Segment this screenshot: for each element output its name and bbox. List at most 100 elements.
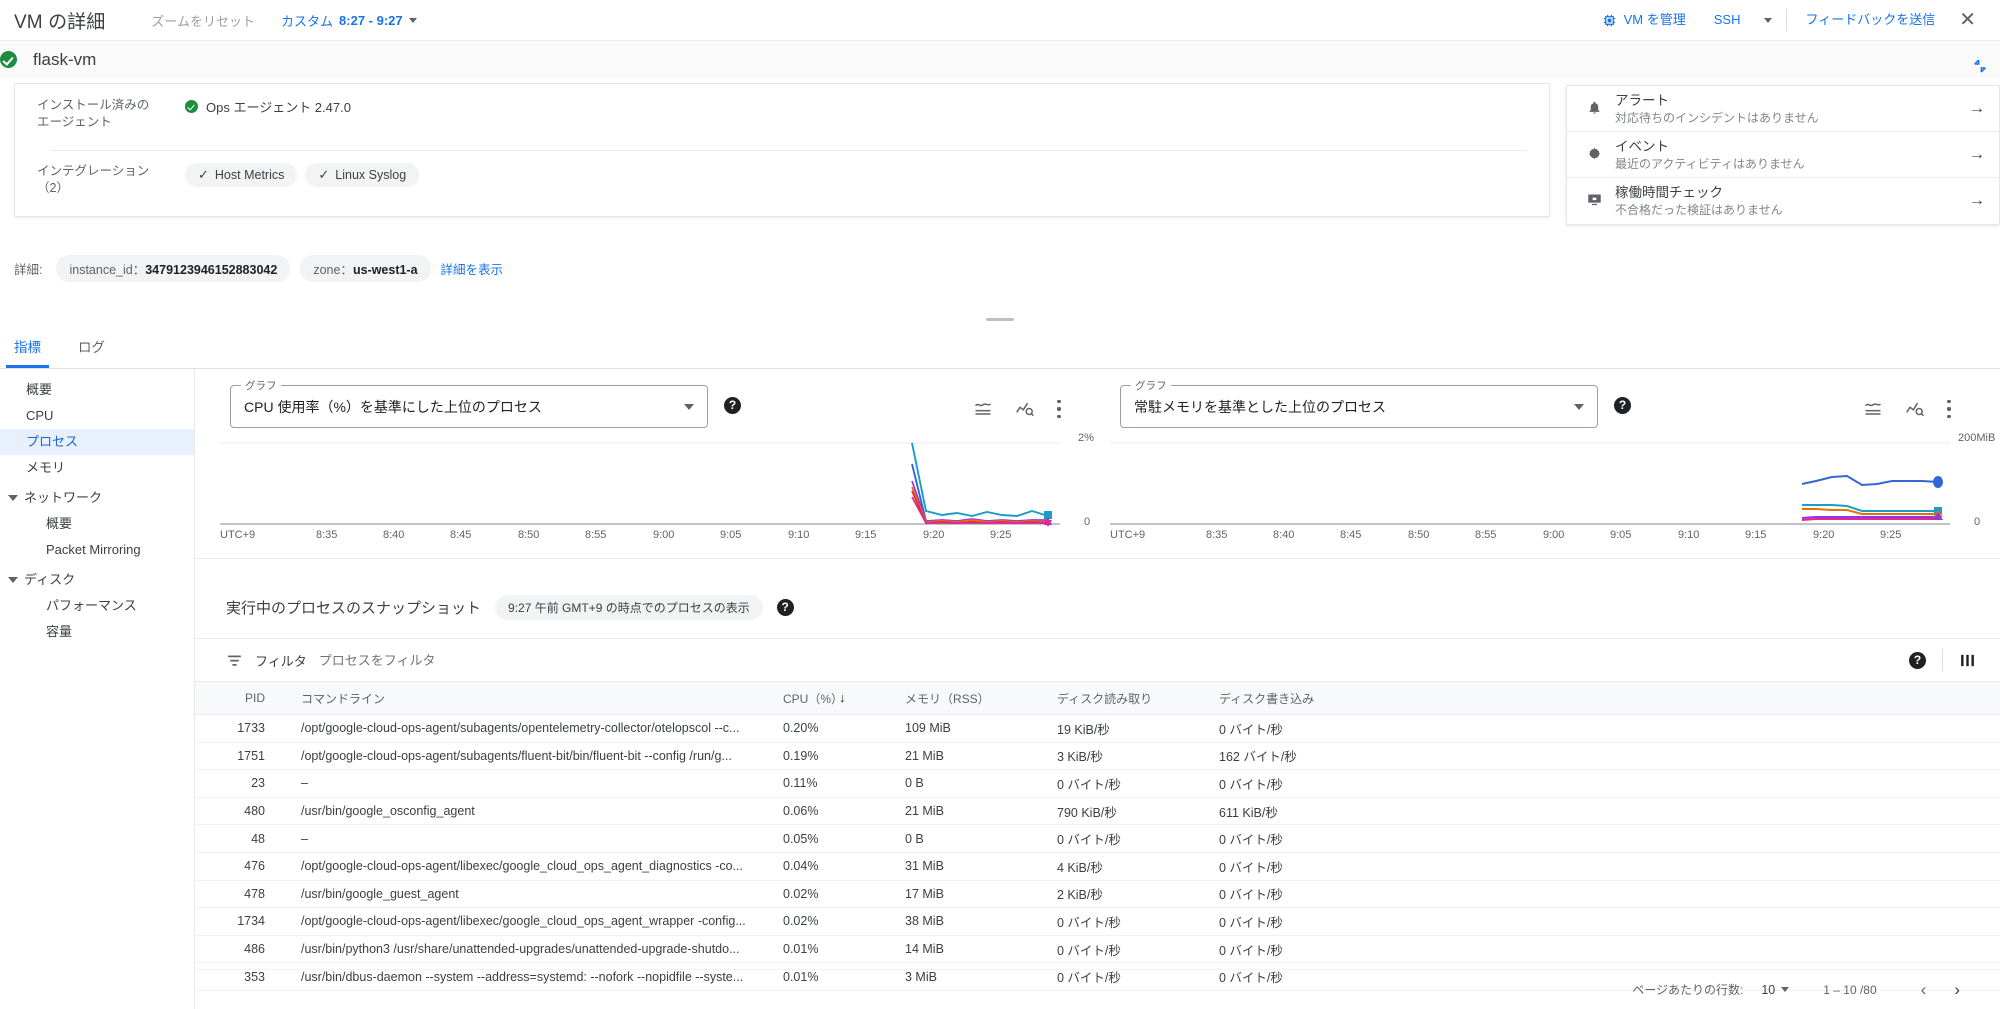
side-panel-item-alerts[interactable]: アラート 対応待ちのインシデントはありません → (1567, 86, 1999, 132)
send-feedback-label: フィードバックを送信 (1805, 12, 1936, 27)
chart-select-value: CPU 使用率（%）を基準にした上位のプロセス (244, 398, 542, 415)
side-panel-item-events[interactable]: イベント 最近のアクティビティはありません → (1567, 132, 1999, 178)
table-row[interactable]: 1733/opt/google-cloud-ops-agent/subagent… (195, 714, 2000, 743)
x-tick: 9:15 (855, 529, 877, 541)
collapse-panel-icon[interactable] (1972, 58, 1988, 78)
ssh-chevron-down-icon[interactable] (1764, 17, 1773, 23)
cell-memory: 31 MiB (893, 852, 1045, 881)
help-icon[interactable]: ? (724, 397, 741, 414)
help-icon[interactable]: ? (776, 599, 794, 616)
table-row[interactable]: 486/usr/bin/python3 /usr/share/unattende… (195, 935, 2000, 964)
panel-resize-handle[interactable] (986, 318, 1014, 321)
side-panel-subtitle: 不合格だった検証はありません (1615, 203, 1783, 217)
check-icon: ✓ (198, 167, 209, 182)
ssh-button[interactable]: SSH (1700, 2, 1755, 38)
previous-page-button[interactable]: ‹ (1907, 980, 1941, 1000)
table-row[interactable]: 1734/opt/google-cloud-ops-agent/libexec/… (195, 907, 2000, 936)
sidebar-item-disk-performance[interactable]: パフォーマンス (0, 593, 194, 619)
cell-memory: 0 B (893, 769, 1045, 798)
agent-ok-icon (185, 100, 198, 113)
manage-vm-button[interactable]: VM を管理 (1588, 2, 1700, 38)
legend-icon[interactable] (1863, 399, 1883, 419)
more-vert-icon[interactable] (1947, 400, 1951, 418)
x-tick: 8:35 (316, 529, 338, 541)
rows-per-page-select[interactable]: 10 (1761, 983, 1790, 997)
tab-logs[interactable]: ログ (70, 328, 113, 368)
col-header-pid[interactable]: PID (195, 682, 279, 715)
filter-input[interactable] (318, 652, 719, 668)
chevron-down-icon[interactable] (1574, 404, 1584, 410)
sidebar-group-disk[interactable]: ディスク (0, 567, 194, 593)
table-row[interactable]: 480/usr/bin/google_osconfig_agent 0.06% 21… (195, 797, 2000, 826)
tab-metrics[interactable]: 指標 (6, 328, 49, 368)
inspect-icon[interactable] (1015, 399, 1035, 419)
send-feedback-button[interactable]: フィードバックを送信 (1791, 2, 1949, 38)
time-range-picker[interactable]: カスタム 8:27 - 9:27 (281, 11, 417, 30)
next-page-button[interactable]: › (1940, 980, 1974, 1000)
cell-disk-read: 4 KiB/秒 (1045, 852, 1207, 881)
cell-disk-write: 611 KiB/秒 (1207, 797, 1419, 826)
arrow-right-icon[interactable]: → (1969, 100, 1985, 118)
instance-id-value: 3479123946152883042 (145, 263, 278, 277)
chart-x-axis-memory: UTC+9 8:35 8:40 8:45 8:50 8:55 9:00 9:05… (1110, 529, 1990, 547)
legend-icon[interactable] (973, 399, 993, 419)
sort-desc-icon: ↓ (839, 690, 846, 705)
table-row[interactable]: 1751/opt/google-cloud-ops-agent/subagent… (195, 742, 2000, 771)
cell-cpu: 0.02% (771, 880, 893, 909)
columns-icon[interactable] (1959, 652, 1976, 669)
more-vert-icon[interactable] (1057, 400, 1061, 418)
col-header-commandline[interactable]: コマンドライン (279, 682, 771, 715)
chart-select-memory[interactable]: 常駐メモリを基準とした上位のプロセス (1120, 385, 1598, 428)
filter-icon[interactable] (226, 652, 243, 669)
top-bar: VM の詳細 ズームをリセット カスタム 8:27 - 9:27 VM を管理 … (0, 0, 2000, 41)
integration-chip-linux-syslog[interactable]: ✓ Linux Syslog (305, 163, 420, 187)
sidebar-item-packet-mirroring[interactable]: Packet Mirroring (0, 537, 194, 563)
cell-disk-write: 0 バイト/秒 (1207, 714, 1419, 743)
arrow-right-icon[interactable]: → (1969, 192, 1985, 210)
show-details-link[interactable]: 詳細を表示 (441, 259, 504, 278)
chart-select-cpu[interactable]: CPU 使用率（%）を基準にした上位のプロセス (230, 385, 708, 428)
table-row[interactable]: 478/usr/bin/google_guest_agent 0.02% 17 Mi… (195, 880, 2000, 909)
table-row[interactable]: 476/opt/google-cloud-ops-agent/libexec/g… (195, 852, 2000, 881)
integration-chip-host-metrics[interactable]: ✓ Host Metrics (185, 163, 298, 187)
cell-memory: 21 MiB (893, 797, 1045, 826)
arrow-right-icon[interactable]: → (1969, 146, 1985, 164)
sidebar-item-memory[interactable]: メモリ (0, 455, 194, 481)
table-body: 1733/opt/google-cloud-ops-agent/subagent… (195, 714, 2000, 991)
chart-toolbar (973, 399, 1061, 419)
sidebar-group-label: ネットワーク (24, 490, 103, 505)
chevron-down-icon[interactable] (684, 404, 694, 410)
help-icon[interactable]: ? (1614, 397, 1631, 414)
col-header-memory[interactable]: メモリ（RSS） (893, 682, 1045, 715)
x-tick: 8:45 (1340, 529, 1362, 541)
help-icon[interactable]: ? (1909, 651, 1926, 669)
col-header-disk-read[interactable]: ディスク読み取り (1045, 682, 1207, 715)
cell-spacer (1419, 797, 2000, 826)
cell-disk-read: 0 バイト/秒 (1045, 907, 1207, 936)
sidebar-item-overview[interactable]: 概要 (0, 377, 194, 403)
sidebar-item-cpu[interactable]: CPU (0, 403, 194, 429)
table-row[interactable]: 48–0.05% 0 B0 バイト/秒 0 バイト/秒 (195, 824, 2000, 853)
cell-cpu: 0.01% (771, 935, 893, 964)
sidebar-group-network[interactable]: ネットワーク (0, 485, 194, 511)
installed-agent-label: インストール済みのエージェント (37, 98, 150, 129)
instance-id-chip[interactable]: instance_id：3479123946152883042 (56, 255, 291, 282)
cell-commandline: /opt/google-cloud-ops-agent/libexec/goog… (279, 852, 771, 881)
reset-zoom-button[interactable]: ズームをリセット (151, 11, 255, 30)
col-header-cpu[interactable]: CPU（%） ↓ (771, 682, 893, 715)
sidebar-item-disk-capacity[interactable]: 容量 (0, 619, 194, 645)
close-icon[interactable]: ✕ (1949, 10, 1986, 30)
sidebar-item-network-overview[interactable]: 概要 (0, 511, 194, 537)
chevron-down-icon (408, 17, 417, 23)
col-header-disk-write[interactable]: ディスク書き込み (1207, 682, 1419, 715)
manage-vm-label: VM を管理 (1623, 12, 1686, 27)
cell-spacer (1419, 907, 2000, 936)
inspect-icon[interactable] (1905, 399, 1925, 419)
cell-commandline: – (279, 824, 771, 853)
cell-commandline: /usr/bin/google_guest_agent (279, 880, 771, 909)
side-panel-item-uptime-check[interactable]: 稼働時間チェック 不合格だった検証はありません → (1567, 178, 1999, 224)
zone-chip[interactable]: zone：us-west1-a (300, 255, 431, 282)
sidebar-item-processes[interactable]: プロセス (0, 429, 194, 455)
cell-spacer (1419, 824, 2000, 853)
table-row[interactable]: 23–0.11% 0 B0 バイト/秒 0 バイト/秒 (195, 769, 2000, 798)
